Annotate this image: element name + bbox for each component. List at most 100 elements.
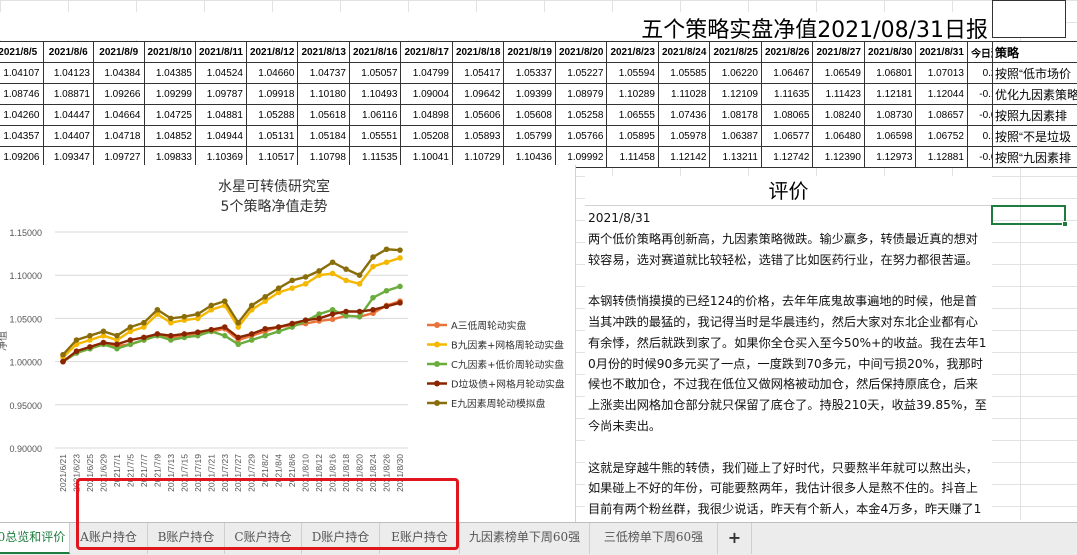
sheet-tab[interactable]: 三低榜单下周60强: [590, 523, 718, 554]
nav-cell[interactable]: 1.08871: [42, 83, 94, 105]
nav-cell[interactable]: 1.12181: [863, 83, 917, 105]
date-header[interactable]: 2021/8/19: [503, 41, 556, 63]
nav-cell[interactable]: 1.05417: [451, 62, 505, 84]
nav-cell[interactable]: 1.05895: [606, 125, 659, 147]
date-header[interactable]: 2021/8/25: [709, 41, 762, 63]
nav-cell[interactable]: 1.06801: [863, 62, 917, 84]
date-header[interactable]: 2021/8/18: [451, 41, 505, 63]
date-header[interactable]: 2021/8/10: [143, 41, 196, 63]
nav-cell[interactable]: 1.09004: [400, 83, 453, 105]
nav-cell[interactable]: 1.08657: [915, 104, 968, 126]
nav-cell[interactable]: 1.04447: [42, 104, 94, 126]
nav-cell[interactable]: 1.05288: [245, 104, 299, 126]
nav-cell[interactable]: 1.05227: [554, 62, 608, 84]
add-sheet-button[interactable]: +: [718, 523, 752, 554]
nav-cell[interactable]: 1.04944: [195, 125, 247, 147]
nav-cell[interactable]: 1.09642: [451, 83, 505, 105]
nav-cell[interactable]: 1.06555: [606, 104, 659, 126]
date-header[interactable]: 2021/8/5: [0, 41, 44, 63]
strategy-cell[interactable]: 优化九因素策略: [991, 83, 1077, 105]
review-panel[interactable]: 评价 2021/8/31 两个低价策略再创新高，九因素策略微跌。输少赢多，转债最…: [585, 176, 992, 526]
nav-cell[interactable]: 1.12109: [709, 83, 762, 105]
nav-cell[interactable]: 1.06116: [348, 104, 402, 126]
nav-cell[interactable]: 1.05184: [297, 125, 350, 147]
nav-cell[interactable]: 1.09399: [503, 83, 556, 105]
selected-cell[interactable]: [991, 205, 1068, 227]
date-header[interactable]: 2021/8/20: [554, 41, 608, 63]
nav-cell[interactable]: 1.13211: [709, 146, 762, 168]
nav-cell[interactable]: 1.05608: [503, 104, 556, 126]
strategy-cell[interactable]: 按照“低市场价: [991, 62, 1077, 84]
strategy-cell[interactable]: 按照“不是垃圾: [991, 125, 1077, 147]
nav-cell[interactable]: 1.04799: [400, 62, 453, 84]
nav-cell[interactable]: 1.05618: [297, 104, 350, 126]
nav-cell[interactable]: 1.06480: [812, 125, 865, 147]
nav-cell[interactable]: 1.06752: [915, 125, 968, 147]
nav-cell[interactable]: 1.05799: [503, 125, 556, 147]
nav-cell[interactable]: 1.04725: [143, 104, 196, 126]
nav-cell[interactable]: 1.04123: [42, 62, 94, 84]
nav-cell[interactable]: 1.05978: [657, 125, 711, 147]
date-header[interactable]: 2021/8/31: [915, 41, 968, 63]
nav-cell[interactable]: 1.11028: [657, 83, 711, 105]
nav-cell[interactable]: 1.12142: [657, 146, 711, 168]
nav-cell[interactable]: 1.05594: [606, 62, 659, 84]
nav-cell[interactable]: 1.04407: [42, 125, 94, 147]
date-header[interactable]: 2021/8/23: [606, 41, 659, 63]
nav-cell[interactable]: 1.05208: [400, 125, 453, 147]
header-cell[interactable]: [992, 0, 1066, 38]
date-header[interactable]: 2021/8/6: [42, 41, 94, 63]
nav-cell[interactable]: 1.05258: [554, 104, 608, 126]
date-header[interactable]: 2021/8/27: [812, 41, 865, 63]
nav-cell[interactable]: 1.04660: [245, 62, 299, 84]
nav-cell[interactable]: 1.04881: [195, 104, 247, 126]
nav-cell[interactable]: 1.08065: [760, 104, 814, 126]
nav-cell[interactable]: 1.04260: [0, 104, 44, 126]
nav-cell[interactable]: 1.05131: [245, 125, 299, 147]
date-header[interactable]: 2021/8/12: [245, 41, 299, 63]
nav-cell[interactable]: 1.05606: [451, 104, 505, 126]
nav-cell[interactable]: 1.09787: [195, 83, 247, 105]
nav-cell[interactable]: 1.12881: [915, 146, 968, 168]
nav-cell[interactable]: 1.04664: [93, 104, 145, 126]
nav-cell[interactable]: 1.12742: [760, 146, 814, 168]
nav-cell[interactable]: 1.05551: [348, 125, 402, 147]
nav-cell[interactable]: 1.06549: [812, 62, 865, 84]
sheet-tab[interactable]: 0总览和评价: [0, 523, 70, 554]
nav-cell[interactable]: 1.07013: [915, 62, 968, 84]
nav-cell[interactable]: 1.12044: [915, 83, 968, 105]
nav-cell[interactable]: 1.04384: [93, 62, 145, 84]
nav-cell[interactable]: 1.04524: [195, 62, 247, 84]
nav-cell[interactable]: 1.12390: [812, 146, 865, 168]
date-header[interactable]: 2021/8/30: [863, 41, 917, 63]
nav-cell[interactable]: 1.10493: [348, 83, 402, 105]
nav-cell[interactable]: 1.09266: [93, 83, 145, 105]
nav-cell[interactable]: 1.08178: [709, 104, 762, 126]
nav-cell[interactable]: 1.06577: [760, 125, 814, 147]
nav-cell[interactable]: 1.08730: [863, 104, 917, 126]
sheet-tab[interactable]: 九因素榜单下周60强: [460, 523, 590, 554]
nav-cell[interactable]: 1.05585: [657, 62, 711, 84]
nav-cell[interactable]: 1.04107: [0, 62, 44, 84]
date-header[interactable]: 2021/8/9: [93, 41, 145, 63]
nav-cell[interactable]: 1.06598: [863, 125, 917, 147]
nav-cell[interactable]: 1.04385: [143, 62, 196, 84]
nav-cell[interactable]: 1.07436: [657, 104, 711, 126]
nav-cell[interactable]: 1.09918: [245, 83, 299, 105]
nav-cell[interactable]: 1.04357: [0, 125, 44, 147]
date-header[interactable]: 2021/8/26: [760, 41, 814, 63]
nav-cell[interactable]: 1.05766: [554, 125, 608, 147]
nav-cell[interactable]: 1.05893: [451, 125, 505, 147]
nav-cell[interactable]: 1.11458: [606, 146, 659, 168]
nav-cell[interactable]: 1.08240: [812, 104, 865, 126]
nav-cell[interactable]: 1.11423: [812, 83, 865, 105]
nav-chart[interactable]: 水星可转债研究室 5个策略净值走势 1.15000 1.10000 1.05000 1.0…: [0, 165, 576, 525]
strategy-cell[interactable]: 按照九因素排: [991, 104, 1077, 126]
fill-handle[interactable]: [1062, 221, 1068, 227]
nav-cell[interactable]: 1.10180: [297, 83, 350, 105]
nav-cell[interactable]: 1.04852: [143, 125, 196, 147]
nav-cell[interactable]: 1.05057: [348, 62, 402, 84]
date-header[interactable]: 2021/8/11: [195, 41, 247, 63]
date-header[interactable]: 2021/8/13: [297, 41, 350, 63]
nav-cell[interactable]: 1.08746: [0, 83, 44, 105]
